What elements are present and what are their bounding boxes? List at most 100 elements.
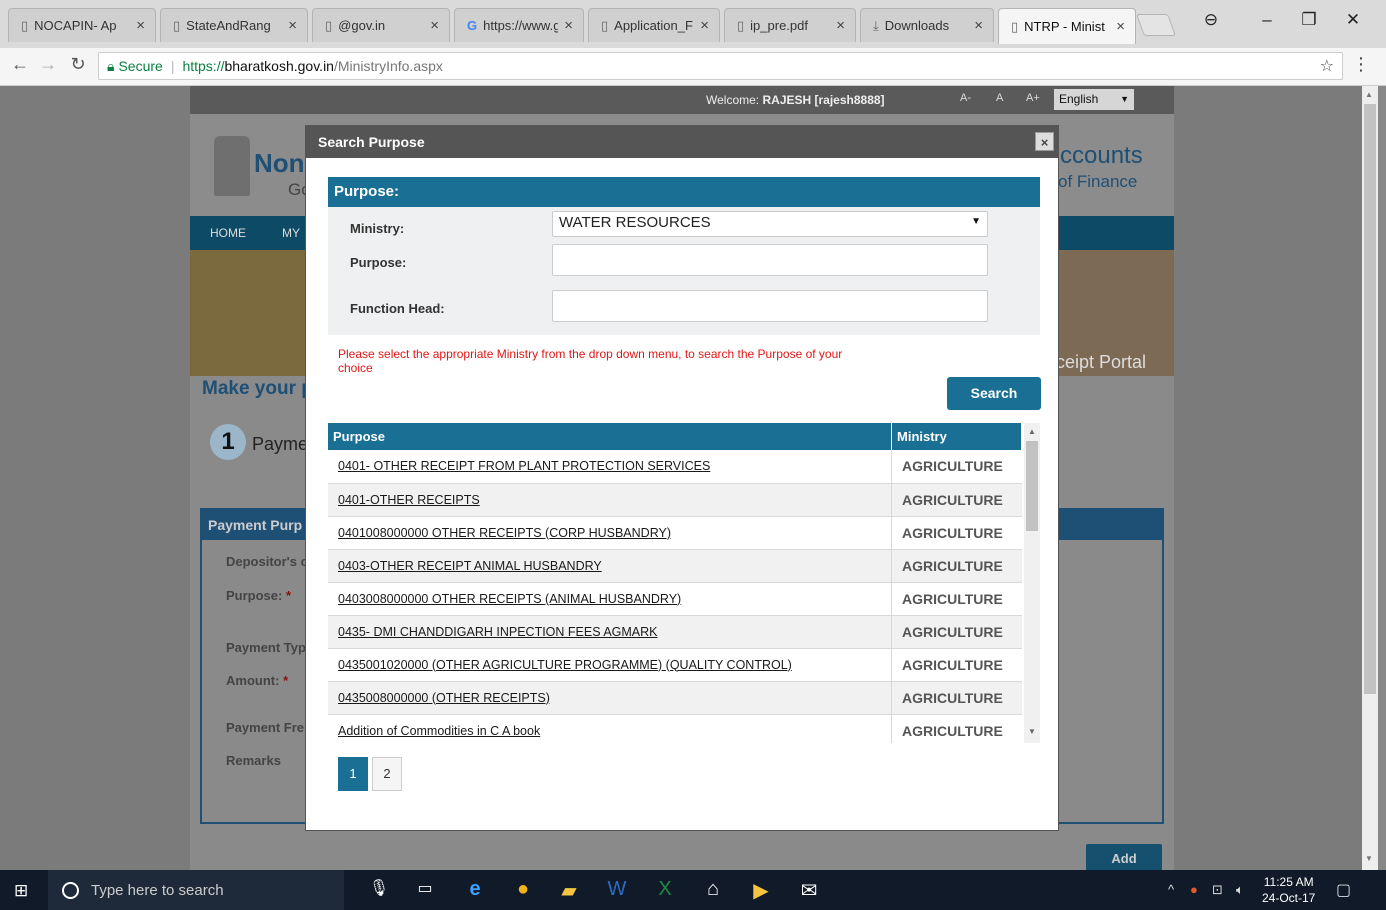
- ministry-select[interactable]: WATER RESOURCES ▼: [552, 211, 988, 237]
- national-emblem-logo: [214, 136, 250, 196]
- table-row: 0435001020000 (OTHER AGRICULTURE PROGRAM…: [328, 648, 1022, 682]
- browser-tab[interactable]: ▯ ip_pre.pdf ×: [724, 8, 856, 42]
- page-icon: ▯: [173, 17, 181, 33]
- tab-close-icon[interactable]: ×: [700, 17, 709, 34]
- scroll-thumb[interactable]: [1364, 104, 1376, 694]
- tab-close-icon[interactable]: ×: [836, 17, 845, 34]
- site-subtitle-right: of Finance: [1058, 172, 1138, 191]
- purpose-link[interactable]: 0435- DMI CHANDDIGARH INPECTION FEES AGM…: [338, 625, 658, 639]
- nav-my[interactable]: MY: [282, 226, 300, 240]
- tab-close-icon[interactable]: ×: [1116, 18, 1125, 35]
- edge-icon[interactable]: e: [462, 878, 488, 901]
- close-window-icon[interactable]: ✕: [1338, 10, 1368, 30]
- profile-icon[interactable]: ⊖: [1196, 10, 1226, 30]
- search-button[interactable]: Search: [947, 377, 1041, 410]
- purpose-link[interactable]: 0403-OTHER RECEIPT ANIMAL HUSBANDRY: [338, 559, 602, 573]
- dialog-title-bar: Search Purpose ×: [306, 126, 1058, 158]
- add-button[interactable]: Add: [1086, 844, 1162, 870]
- font-increase-button[interactable]: A+: [1026, 92, 1040, 104]
- page-button-current[interactable]: 1: [338, 757, 368, 791]
- pagination: 1 2: [338, 757, 402, 791]
- reload-icon[interactable]: ↻: [68, 54, 88, 75]
- scroll-up-icon[interactable]: ▲: [1365, 90, 1373, 99]
- word-icon[interactable]: W: [604, 878, 630, 901]
- page-button[interactable]: 2: [372, 757, 402, 791]
- restore-icon[interactable]: ❐: [1294, 10, 1324, 30]
- tab-close-icon[interactable]: ×: [564, 17, 573, 34]
- browser-tab[interactable]: G https://www.g ×: [454, 8, 584, 42]
- media-icon[interactable]: ▶: [748, 878, 774, 903]
- taskbar-search[interactable]: Type here to search: [48, 870, 344, 910]
- tab-close-icon[interactable]: ×: [974, 17, 983, 34]
- browser-tab-active[interactable]: ▯ NTRP - Minist ×: [998, 8, 1136, 44]
- volume-icon[interactable]: 🔈︎: [1236, 882, 1244, 898]
- tab-close-icon[interactable]: ×: [288, 17, 297, 34]
- address-bar[interactable]: 🔒︎ Secure | https://bharatkosh.gov.in/Mi…: [98, 52, 1343, 80]
- payment-frequency-label: Payment Fre: [226, 720, 305, 735]
- new-tab-button[interactable]: [1135, 14, 1177, 36]
- ministry-banner-image: [190, 250, 308, 376]
- task-view-icon[interactable]: ▭: [412, 878, 438, 898]
- ministry-label: Ministry:: [350, 221, 405, 236]
- mail-icon[interactable]: ✉: [796, 878, 822, 903]
- ministry-cell: AGRICULTURE: [891, 516, 1022, 550]
- tray-chevron-icon[interactable]: ^: [1168, 882, 1174, 897]
- excel-icon[interactable]: X: [652, 878, 678, 901]
- purpose-link[interactable]: 0435001020000 (OTHER AGRICULTURE PROGRAM…: [338, 658, 792, 672]
- font-decrease-button[interactable]: A-: [960, 92, 971, 104]
- function-head-input[interactable]: [552, 290, 988, 322]
- ministry-cell: AGRICULTURE: [891, 483, 1022, 517]
- purpose-link[interactable]: 0435008000000 (OTHER RECEIPTS): [338, 691, 550, 705]
- action-center-icon[interactable]: ▢: [1336, 880, 1351, 900]
- forward-icon[interactable]: →: [38, 54, 58, 75]
- chrome-icon[interactable]: ●: [510, 878, 536, 901]
- minimize-icon[interactable]: –: [1252, 10, 1282, 30]
- purpose-link[interactable]: 0403008000000 OTHER RECEIPTS (ANIMAL HUS…: [338, 592, 681, 606]
- page-scrollbar[interactable]: ▲ ▼: [1362, 86, 1378, 870]
- browser-tab[interactable]: ▯ @gov.in ×: [312, 8, 450, 42]
- grid-scrollbar[interactable]: ▲ ▼: [1024, 423, 1040, 743]
- purpose-link[interactable]: Addition of Commodities in C A book: [338, 724, 540, 738]
- function-head-label: Function Head:: [350, 301, 445, 316]
- scroll-down-icon[interactable]: ▼: [1365, 854, 1373, 863]
- tab-close-icon[interactable]: ×: [136, 17, 145, 34]
- browser-tab[interactable]: ▯ StateAndRang ×: [160, 8, 308, 42]
- windows-taskbar: ⊞ Type here to search 🎙︎ ▭ e ● ▰ W X ⌂ ▶…: [0, 870, 1386, 910]
- nav-home[interactable]: HOME: [210, 226, 246, 240]
- language-select[interactable]: English ▼: [1054, 89, 1134, 110]
- network-icon[interactable]: ⊡: [1212, 882, 1223, 898]
- welcome-text: Welcome: RAJESH [rajesh8888]: [706, 93, 885, 107]
- grid-scroll-thumb[interactable]: [1026, 441, 1038, 531]
- purpose-link[interactable]: 0401008000000 OTHER RECEIPTS (CORP HUSBA…: [338, 526, 671, 540]
- scroll-down-icon[interactable]: ▼: [1028, 727, 1036, 736]
- browser-tab[interactable]: ▯ NOCAPIN- Ap ×: [8, 8, 156, 42]
- purpose-link[interactable]: 0401- OTHER RECEIPT FROM PLANT PROTECTIO…: [338, 459, 710, 473]
- portal-text: ceipt Portal: [1056, 352, 1147, 372]
- column-header-ministry[interactable]: Ministry: [891, 423, 1022, 450]
- menu-icon[interactable]: ⋮: [1352, 54, 1370, 75]
- file-explorer-icon[interactable]: ▰: [556, 878, 582, 903]
- tab-close-icon[interactable]: ×: [430, 17, 439, 34]
- system-clock[interactable]: 11:25 AM 24-Oct-17: [1262, 874, 1315, 906]
- amount-label: Amount: *: [226, 673, 289, 688]
- step-label: Payme: [252, 434, 309, 454]
- home-icon[interactable]: ⌂: [700, 878, 726, 901]
- scroll-up-icon[interactable]: ▲: [1028, 427, 1036, 436]
- antivirus-icon[interactable]: ●: [1190, 882, 1198, 897]
- column-header-purpose[interactable]: Purpose: [328, 423, 892, 450]
- divider: |: [170, 58, 175, 74]
- close-icon[interactable]: ×: [1035, 132, 1054, 151]
- bookmark-star-icon[interactable]: ☆: [1320, 56, 1334, 76]
- page-icon: ▯: [325, 17, 333, 33]
- lock-icon: 🔒︎: [107, 57, 115, 74]
- back-icon[interactable]: ←: [10, 54, 30, 75]
- cortana-icon: [62, 881, 79, 899]
- taskbar-search-placeholder: Type here to search: [91, 881, 224, 899]
- windows-start-icon[interactable]: ⊞: [14, 881, 28, 901]
- microphone-icon[interactable]: 🎙︎: [366, 878, 392, 898]
- browser-tab[interactable]: ▯ Application_F ×: [588, 8, 720, 42]
- browser-tab[interactable]: ⤓ Downloads ×: [860, 8, 994, 42]
- purpose-input[interactable]: [552, 244, 988, 276]
- font-normal-button[interactable]: A: [996, 92, 1003, 104]
- purpose-link[interactable]: 0401-OTHER RECEIPTS: [338, 493, 480, 507]
